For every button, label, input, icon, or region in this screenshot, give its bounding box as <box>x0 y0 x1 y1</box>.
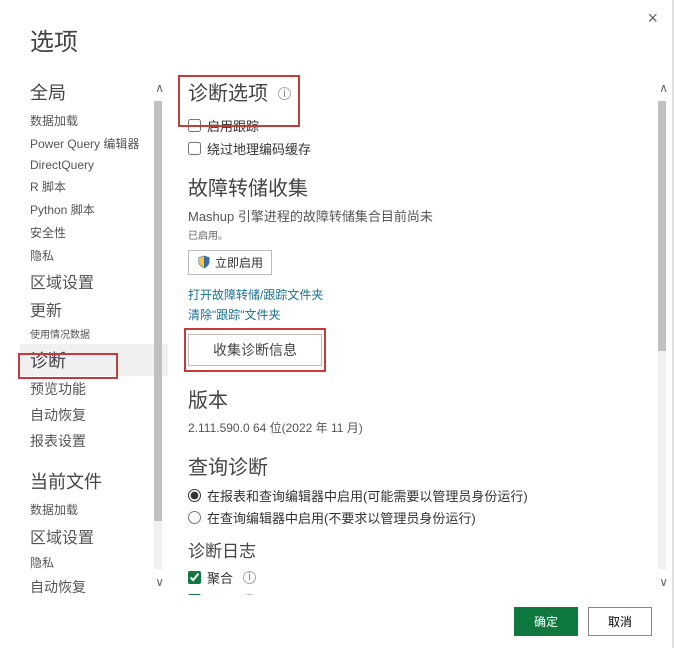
checkbox-input[interactable] <box>188 571 201 584</box>
section-diagnostic-options: 诊断选项 <box>188 77 268 106</box>
checkbox-input[interactable] <box>188 119 201 132</box>
crash-dump-desc: Mashup 引擎进程的故障转储集合目前尚未 <box>188 207 634 227</box>
nav-cf-privacy[interactable]: 隐私 <box>30 551 168 574</box>
ok-button[interactable]: 确定 <box>514 607 578 636</box>
shield-icon <box>197 255 211 269</box>
cancel-button[interactable]: 取消 <box>588 607 652 636</box>
nav-preview[interactable]: 预览功能 <box>30 376 168 402</box>
checkbox-input[interactable] <box>188 594 201 596</box>
nav-cf-autorecover[interactable]: 自动恢复 <box>30 574 168 595</box>
nav-autorecover[interactable]: 自动恢复 <box>30 402 168 428</box>
nav-report-settings[interactable]: 报表设置 <box>30 428 168 454</box>
nav-pq-editor[interactable]: Power Query 编辑器 <box>30 132 168 155</box>
section-version: 版本 <box>188 384 634 413</box>
checkbox-aggregate[interactable]: 聚合 i <box>188 568 634 587</box>
checkbox-detailed[interactable]: 详细 i <box>188 591 634 596</box>
radio-input[interactable] <box>188 489 201 502</box>
close-icon[interactable]: × <box>647 8 658 29</box>
section-query-diag: 查询诊断 <box>188 451 634 480</box>
link-open-folder[interactable]: 打开故障转储/跟踪文件夹 <box>188 286 634 303</box>
nav-cf-data-load[interactable]: 数据加载 <box>30 498 168 521</box>
radio-label: 在查询编辑器中启用(不要求以管理员身份运行) <box>207 508 476 527</box>
info-icon[interactable]: i <box>278 87 291 100</box>
content-pane: ∧ ∨ 诊断选项 i 启用跟踪 绕过地理编码缓存 故障转储收集 Mashup 引… <box>168 75 672 595</box>
radio-report-editor[interactable]: 在报表和查询编辑器中启用(可能需要以管理员身份运行) <box>188 486 634 505</box>
nav-updates[interactable]: 更新 <box>30 295 168 323</box>
info-icon[interactable]: i <box>243 594 256 596</box>
button-label: 立即启用 <box>215 254 263 271</box>
checkbox-bypass-geo[interactable]: 绕过地理编码缓存 <box>188 139 634 158</box>
dialog-footer: 确定 取消 <box>514 607 652 636</box>
link-clear-folder[interactable]: 清除"跟踪"文件夹 <box>188 306 634 323</box>
radio-editor-only[interactable]: 在查询编辑器中启用(不要求以管理员身份运行) <box>188 508 634 527</box>
nav-python-script[interactable]: Python 脚本 <box>30 198 168 221</box>
nav-section-global: 全局 <box>30 79 168 105</box>
nav-directquery[interactable]: DirectQuery <box>30 155 168 175</box>
chevron-down-icon[interactable]: ∨ <box>155 575 164 589</box>
dialog-title: 选项 <box>0 0 672 75</box>
checkbox-input[interactable] <box>188 142 201 155</box>
nav-regional[interactable]: 区域设置 <box>30 267 168 295</box>
section-diag-log: 诊断日志 <box>188 537 634 562</box>
nav-diagnostics[interactable]: 诊断 <box>20 344 168 376</box>
scrollbar-thumb[interactable] <box>658 101 666 351</box>
checkbox-label: 详细 <box>207 591 233 596</box>
button-label: 收集诊断信息 <box>213 342 297 358</box>
version-text: 2.111.590.0 64 位(2022 年 11 月) <box>188 419 634 437</box>
radio-label: 在报表和查询编辑器中启用(可能需要以管理员身份运行) <box>207 486 528 505</box>
nav-cf-regional[interactable]: 区域设置 <box>30 521 168 551</box>
scrollbar-thumb[interactable] <box>154 101 162 521</box>
nav-usage-data[interactable]: 使用情况数据 <box>30 323 168 344</box>
nav-data-load[interactable]: 数据加载 <box>30 109 168 132</box>
info-icon[interactable]: i <box>243 571 256 584</box>
enable-now-button[interactable]: 立即启用 <box>188 250 272 275</box>
nav-r-script[interactable]: R 脚本 <box>30 175 168 198</box>
sidebar: ∧ ∨ 全局 数据加载 Power Query 编辑器 DirectQuery … <box>0 75 168 595</box>
crash-dump-sub: 已启用。 <box>188 227 634 242</box>
section-crash-dump: 故障转储收集 <box>188 172 634 201</box>
collect-diagnostics-button[interactable]: 收集诊断信息 <box>188 334 322 366</box>
checkbox-enable-trace[interactable]: 启用跟踪 <box>188 116 634 135</box>
chevron-up-icon[interactable]: ∧ <box>155 81 164 95</box>
chevron-up-icon[interactable]: ∧ <box>659 81 668 95</box>
checkbox-label: 启用跟踪 <box>207 116 259 135</box>
radio-input[interactable] <box>188 511 201 524</box>
nav-security[interactable]: 安全性 <box>30 221 168 244</box>
nav-section-current: 当前文件 <box>30 468 168 494</box>
checkbox-label: 聚合 <box>207 568 233 587</box>
nav-privacy[interactable]: 隐私 <box>30 244 168 267</box>
chevron-down-icon[interactable]: ∨ <box>659 575 668 589</box>
checkbox-label: 绕过地理编码缓存 <box>207 139 311 158</box>
